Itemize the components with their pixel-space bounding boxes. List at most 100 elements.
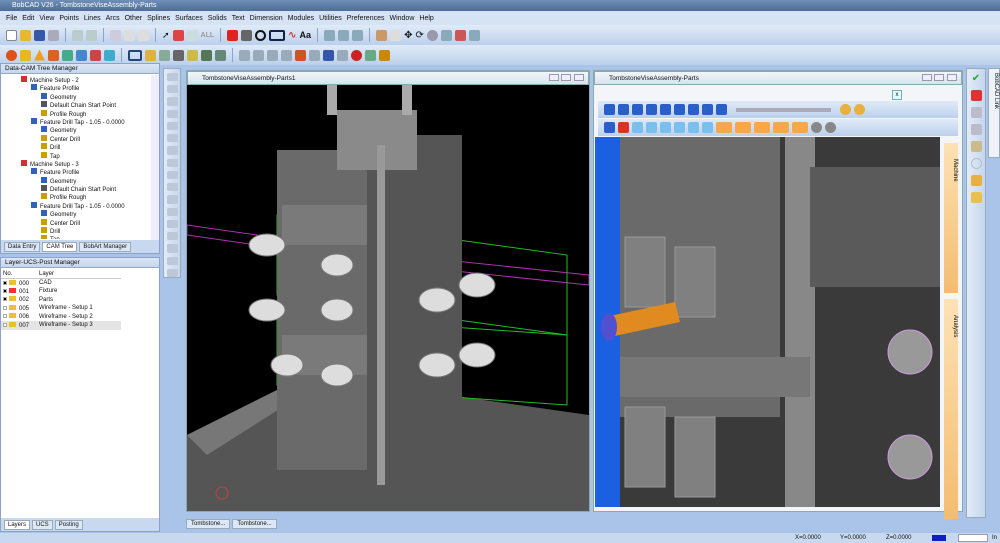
clock-icon[interactable]: [840, 104, 851, 115]
menu-other[interactable]: Other: [125, 15, 143, 22]
tree-item[interactable]: Default Chain Start Point: [1, 185, 159, 193]
tree-item[interactable]: Center Drill: [1, 218, 159, 227]
fixture-icon[interactable]: [970, 192, 982, 203]
shell-icon[interactable]: [215, 49, 226, 61]
transform-icon[interactable]: [239, 49, 250, 61]
menu-points[interactable]: Points: [59, 15, 78, 22]
globe-icon[interactable]: [854, 104, 865, 115]
cam-icon[interactable]: [365, 49, 376, 61]
tree-item[interactable]: Machine Setup - 3: [1, 159, 159, 168]
document-tab-2[interactable]: Tombstone...: [232, 519, 277, 529]
rectangle-icon[interactable]: [269, 29, 286, 41]
tree-item[interactable]: Machine Setup - 2: [1, 76, 159, 84]
polygon-tool-icon[interactable]: [166, 134, 178, 143]
tab-posting[interactable]: Posting: [54, 519, 83, 530]
checkmark-icon[interactable]: ✔: [972, 73, 980, 84]
list-icon[interactable]: [970, 107, 982, 118]
tree-item[interactable]: Profile Rough: [1, 109, 159, 118]
tab-cam-tree[interactable]: CAM Tree: [42, 241, 78, 252]
visibility-checkbox[interactable]: [3, 314, 7, 319]
offset-icon[interactable]: [309, 49, 320, 61]
stop-icon[interactable]: [351, 49, 362, 61]
menu-utilities[interactable]: Utilities: [319, 15, 342, 22]
stop-icon[interactable]: [674, 104, 685, 115]
color-icon[interactable]: [227, 29, 239, 41]
table-icon[interactable]: [970, 124, 982, 135]
open-file-icon[interactable]: [20, 29, 31, 41]
array-icon[interactable]: [281, 49, 292, 61]
view-top-icon[interactable]: [632, 122, 643, 133]
stock-icon[interactable]: [970, 175, 982, 186]
layer-row[interactable]: 007 Wireframe - Setup 3: [1, 321, 121, 330]
line-style-icon[interactable]: [241, 29, 253, 41]
visibility-checkbox[interactable]: [3, 288, 7, 293]
break-tool-icon[interactable]: [166, 207, 178, 216]
menu-preferences[interactable]: Preferences: [347, 15, 385, 22]
point-tool-icon[interactable]: [166, 73, 178, 82]
print-icon[interactable]: [48, 29, 59, 41]
copy-icon[interactable]: [124, 29, 135, 41]
snap-tool-icon[interactable]: [166, 256, 178, 265]
tree-item[interactable]: Drill: [1, 227, 159, 235]
layer-row[interactable]: 002 Parts: [1, 296, 121, 305]
undo-icon[interactable]: [72, 29, 83, 41]
view-front-icon[interactable]: [618, 122, 629, 133]
spline-icon[interactable]: ∿: [288, 30, 296, 41]
boolean-subtract-icon[interactable]: [90, 49, 101, 61]
extend-tool-icon[interactable]: [166, 195, 178, 204]
viewport-2[interactable]: TombstoneViseAssembly-Parts x Machine An…: [593, 70, 963, 519]
repeat-icon[interactable]: [716, 104, 727, 115]
loft-icon[interactable]: [187, 49, 198, 61]
zoom-window-icon[interactable]: [390, 29, 402, 41]
note-tool-icon[interactable]: [166, 244, 178, 253]
analysis-side-tab[interactable]: Analysis: [944, 299, 958, 519]
menu-edit[interactable]: Edit: [22, 15, 34, 22]
tree-item[interactable]: Geometry: [1, 92, 159, 101]
menu-dimension[interactable]: Dimension: [250, 15, 283, 22]
layer-row[interactable]: 006 Wireframe - Setup 2: [1, 313, 121, 322]
close-button[interactable]: [574, 74, 584, 81]
tree-item[interactable]: Geometry: [1, 210, 159, 218]
new-file-icon[interactable]: [6, 29, 17, 41]
circle-tool-icon[interactable]: [166, 109, 178, 118]
circle-icon[interactable]: [255, 29, 267, 41]
menu-splines[interactable]: Splines: [147, 15, 170, 22]
post-icon[interactable]: [379, 49, 390, 61]
visibility-checkbox[interactable]: [3, 280, 7, 285]
paste-icon[interactable]: [138, 29, 149, 41]
chamfer-icon[interactable]: [337, 49, 348, 61]
holder-display-icon[interactable]: [754, 122, 770, 133]
menu-solids[interactable]: Solids: [208, 15, 227, 22]
speed-slider[interactable]: [736, 107, 831, 112]
color-picker[interactable]: [932, 535, 946, 541]
tree-item[interactable]: Feature Drill Tap - 1.05 - 0.0000: [1, 201, 159, 210]
step-back-icon[interactable]: [618, 104, 629, 115]
menu-surfaces[interactable]: Surfaces: [175, 15, 203, 22]
tree-item[interactable]: Default Chain Start Point: [1, 101, 159, 109]
menu-modules[interactable]: Modules: [288, 15, 314, 22]
trim-tool-icon[interactable]: [166, 158, 178, 167]
tree-item[interactable]: Geometry: [1, 126, 159, 134]
play-icon[interactable]: [632, 104, 643, 115]
menu-file[interactable]: File: [6, 15, 17, 22]
fast-forward-icon[interactable]: [688, 104, 699, 115]
cone-icon[interactable]: [34, 49, 45, 61]
grid-icon[interactable]: [338, 29, 350, 41]
tangent-tool-icon[interactable]: [166, 268, 178, 277]
frame-icon[interactable]: [128, 49, 142, 61]
select-all-button[interactable]: ALL: [201, 32, 215, 39]
viewport-1[interactable]: TombstoneViseAssembly-Parts1: [186, 70, 590, 512]
delete-icon[interactable]: [110, 29, 121, 41]
scale-icon[interactable]: [267, 49, 278, 61]
sphere-icon[interactable]: [6, 49, 17, 61]
tree-item[interactable]: Tap: [1, 235, 159, 239]
step-forward-icon[interactable]: [646, 104, 657, 115]
tab-bobart-manager[interactable]: BobArt Manager: [79, 241, 132, 252]
tree-item[interactable]: Profile Rough: [1, 193, 159, 201]
extrude-icon[interactable]: [145, 49, 156, 61]
sweep-icon[interactable]: [173, 49, 184, 61]
save-icon[interactable]: [34, 29, 45, 41]
boolean-add-icon[interactable]: [76, 49, 87, 61]
maximize-button[interactable]: [561, 74, 571, 81]
tree-item[interactable]: Feature Profile: [1, 84, 159, 92]
